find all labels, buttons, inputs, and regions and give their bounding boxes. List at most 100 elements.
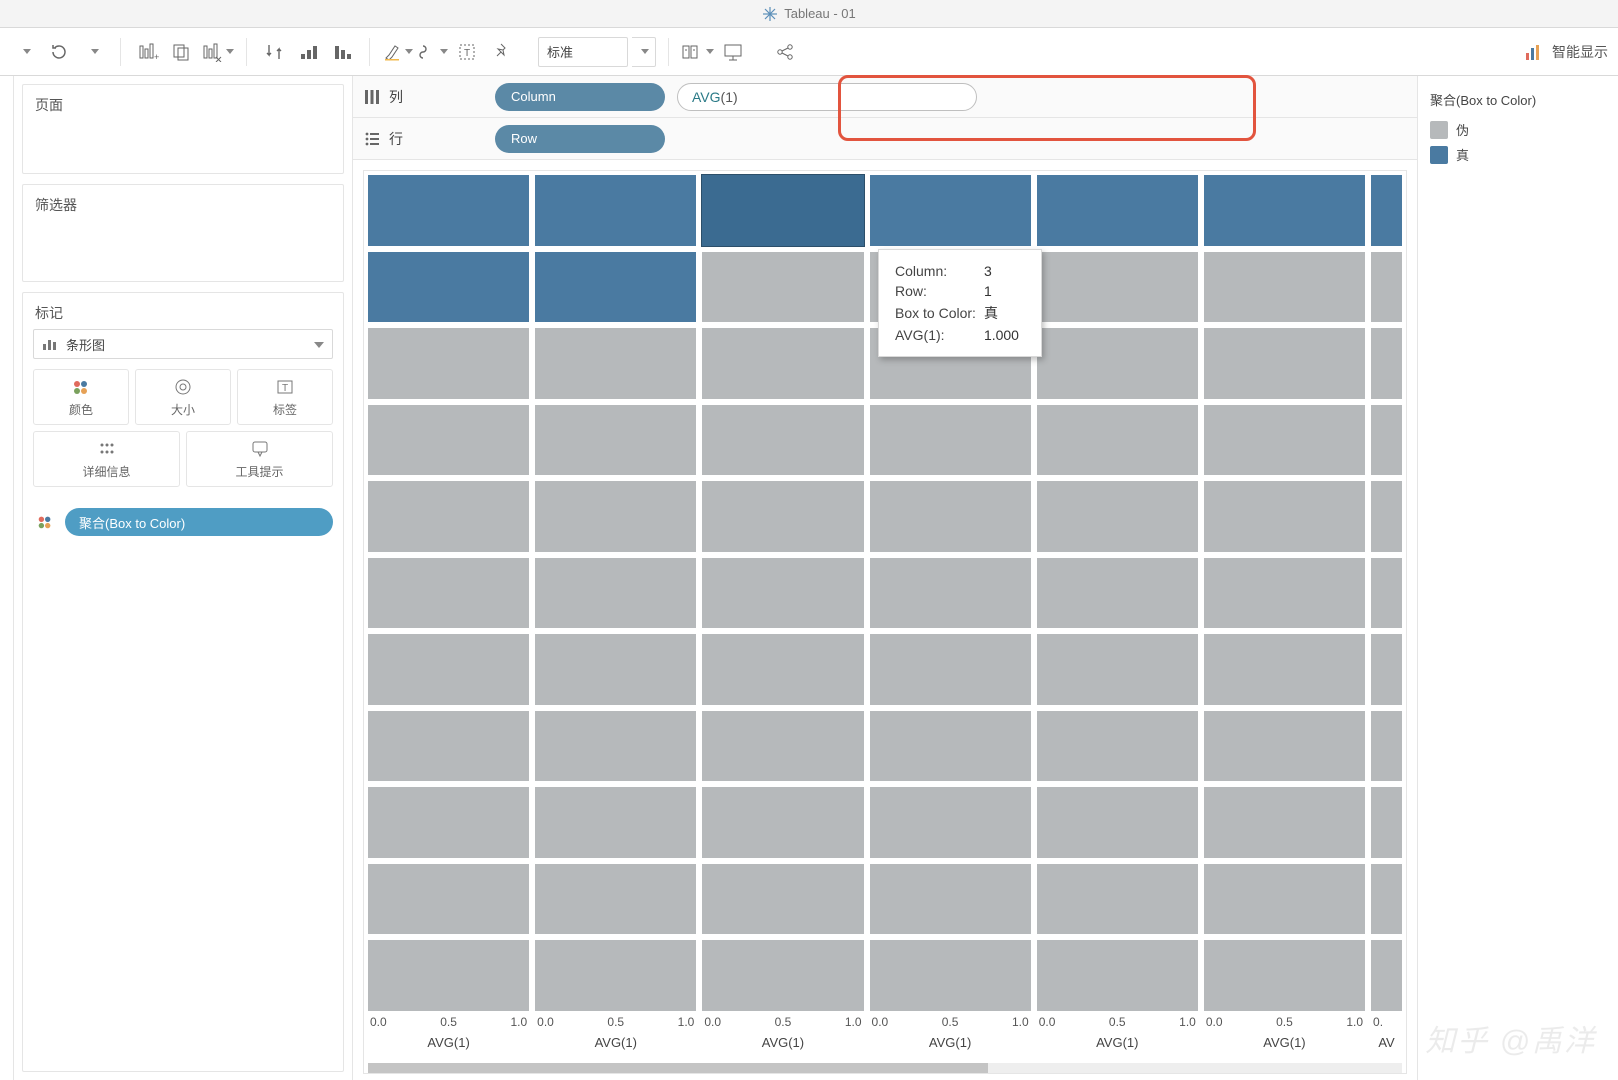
chart-bar[interactable]: [1037, 634, 1198, 705]
chart-cell[interactable]: [870, 634, 1031, 705]
chart-cell[interactable]: [1204, 634, 1365, 705]
chart-bar[interactable]: [1204, 940, 1365, 1011]
chart-cell[interactable]: [1037, 634, 1198, 705]
rows-shelf[interactable]: 行 Row: [353, 118, 1417, 160]
share-button[interactable]: [770, 37, 800, 67]
chart-bar[interactable]: [368, 405, 529, 476]
chart-cell[interactable]: [702, 252, 863, 323]
chart-bar[interactable]: [702, 405, 863, 476]
chart-cell[interactable]: [1037, 864, 1198, 935]
chart-cell[interactable]: [368, 634, 529, 705]
chart-cell[interactable]: [1204, 405, 1365, 476]
chart-bar[interactable]: [1037, 558, 1198, 629]
chart-cell[interactable]: [368, 328, 529, 399]
chart-cell[interactable]: [535, 864, 696, 935]
chart-bar[interactable]: [1204, 711, 1365, 782]
chart-cell[interactable]: [702, 787, 863, 858]
show-labels-button[interactable]: T: [452, 37, 482, 67]
chart-cell[interactable]: [1371, 328, 1402, 399]
chart-bar[interactable]: [535, 711, 696, 782]
chart-cell[interactable]: [1204, 787, 1365, 858]
chart-bar[interactable]: [870, 787, 1031, 858]
clear-sheet-button[interactable]: [201, 37, 234, 67]
chart-bar[interactable]: [702, 864, 863, 935]
chart-bar[interactable]: [1204, 787, 1365, 858]
chart-bar[interactable]: [1371, 328, 1402, 399]
chart-bar[interactable]: [535, 864, 696, 935]
chart-bar[interactable]: [368, 940, 529, 1011]
chart-bar[interactable]: [535, 787, 696, 858]
h-scrollbar[interactable]: [368, 1063, 1402, 1073]
chart-cell[interactable]: [1037, 711, 1198, 782]
chart-cell[interactable]: [1371, 175, 1402, 246]
chart-bar[interactable]: [368, 558, 529, 629]
chart-cell[interactable]: [702, 481, 863, 552]
chart-cell[interactable]: [702, 175, 863, 246]
chart-bar[interactable]: [1371, 175, 1402, 246]
chart-bar[interactable]: [870, 634, 1031, 705]
chart-cell[interactable]: [368, 711, 529, 782]
chart-cell[interactable]: [1037, 252, 1198, 323]
chart-cell[interactable]: [1037, 328, 1198, 399]
chart-cell[interactable]: [702, 864, 863, 935]
highlight-button[interactable]: [382, 37, 413, 67]
chart-cell[interactable]: [368, 864, 529, 935]
chart-bar[interactable]: [1371, 634, 1402, 705]
chart-bar[interactable]: [535, 940, 696, 1011]
chart-bar[interactable]: [535, 328, 696, 399]
chart-cell[interactable]: [368, 558, 529, 629]
chart-cell[interactable]: [535, 940, 696, 1011]
chart-bar[interactable]: [1371, 787, 1402, 858]
chart-cell[interactable]: [1037, 481, 1198, 552]
chart-cell[interactable]: [1204, 328, 1365, 399]
chart-bar[interactable]: [1037, 405, 1198, 476]
chart-cell[interactable]: [535, 175, 696, 246]
chart-bar[interactable]: [535, 175, 696, 246]
legend-item[interactable]: 真: [1426, 142, 1610, 167]
chart-bar[interactable]: [870, 711, 1031, 782]
columns-shelf[interactable]: 列 Column AVG(1): [353, 76, 1417, 118]
chart-cell[interactable]: [368, 175, 529, 246]
chart-cell[interactable]: [1037, 405, 1198, 476]
chart-bar[interactable]: [702, 252, 863, 323]
chart-cell[interactable]: [870, 711, 1031, 782]
chart-cell[interactable]: [535, 558, 696, 629]
chart-bar[interactable]: [368, 252, 529, 323]
chart-cell[interactable]: [535, 481, 696, 552]
fit-select-toggle[interactable]: [632, 37, 656, 67]
columns-pill-column[interactable]: Column: [495, 83, 665, 111]
chart-cell[interactable]: [1204, 481, 1365, 552]
presentation-button[interactable]: [718, 37, 748, 67]
chart-cell[interactable]: [368, 405, 529, 476]
chart-cell[interactable]: [702, 328, 863, 399]
color-pill[interactable]: 聚合(Box to Color): [65, 508, 333, 536]
chart-cell[interactable]: [1204, 252, 1365, 323]
show-me-cards-button[interactable]: [681, 37, 714, 67]
chart-cell[interactable]: [1204, 711, 1365, 782]
chart-cell[interactable]: [535, 787, 696, 858]
chart-bar[interactable]: [870, 175, 1031, 246]
chart-bar[interactable]: [1371, 558, 1402, 629]
chart-cell[interactable]: [1037, 940, 1198, 1011]
chart-cell[interactable]: [702, 711, 863, 782]
chart-cell[interactable]: [535, 252, 696, 323]
chart-bar[interactable]: [1037, 711, 1198, 782]
chart-cell[interactable]: [870, 405, 1031, 476]
chart-cell[interactable]: [702, 634, 863, 705]
chart-bar[interactable]: [1037, 787, 1198, 858]
chart-cell[interactable]: [535, 711, 696, 782]
chart-bar[interactable]: [1037, 175, 1198, 246]
group-button[interactable]: [417, 37, 448, 67]
chart-bar[interactable]: [702, 711, 863, 782]
duplicate-sheet-button[interactable]: [167, 37, 197, 67]
chart-cell[interactable]: [702, 940, 863, 1011]
chart-cell[interactable]: [870, 787, 1031, 858]
fit-select[interactable]: 标准: [538, 37, 628, 67]
chart-cell[interactable]: [368, 481, 529, 552]
chart-bar[interactable]: [1204, 634, 1365, 705]
chart-bar[interactable]: [702, 558, 863, 629]
chart-bar[interactable]: [702, 328, 863, 399]
chart-cell[interactable]: [1371, 405, 1402, 476]
chart-cell[interactable]: [1204, 175, 1365, 246]
chart-bar[interactable]: [1371, 711, 1402, 782]
